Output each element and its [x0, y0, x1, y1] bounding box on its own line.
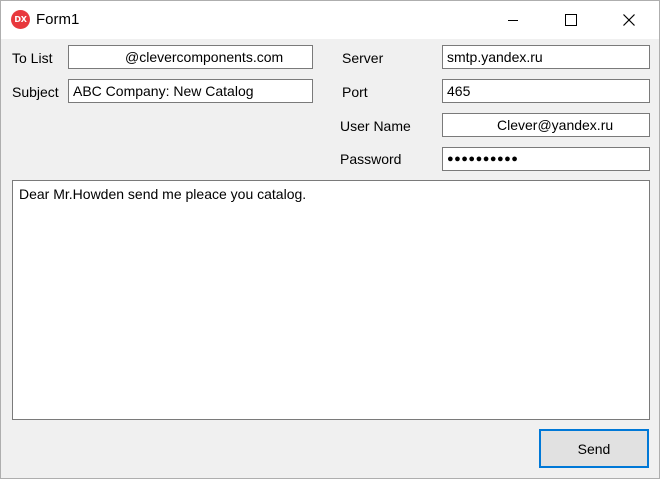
- password-field[interactable]: ●●●●●●●●●●: [442, 147, 650, 171]
- user-name-label: User Name: [340, 118, 411, 134]
- maximize-button[interactable]: [542, 1, 600, 39]
- maximize-icon: [565, 14, 577, 26]
- port-label: Port: [342, 84, 368, 100]
- app-icon: DX: [11, 10, 30, 29]
- message-body[interactable]: Dear Mr.Howden send me pleace you catalo…: [12, 180, 650, 420]
- send-button[interactable]: Send: [539, 429, 649, 468]
- server-field[interactable]: [442, 45, 650, 69]
- minimize-button[interactable]: [484, 1, 542, 39]
- title-bar[interactable]: DX Form1: [1, 1, 659, 39]
- to-list-label: To List: [12, 50, 53, 66]
- user-name-field[interactable]: [442, 113, 650, 137]
- window-title: Form1: [36, 11, 80, 28]
- minimize-icon: [508, 20, 518, 21]
- close-button[interactable]: [600, 1, 658, 39]
- server-label: Server: [342, 50, 384, 66]
- subject-label: Subject: [12, 84, 59, 100]
- port-field[interactable]: [442, 79, 650, 103]
- close-icon: [623, 14, 635, 26]
- main-window: DX Form1 To List Subject Server Port Use…: [0, 0, 660, 479]
- subject-field[interactable]: [68, 79, 313, 103]
- to-list-field[interactable]: [68, 45, 313, 69]
- password-label: Password: [340, 151, 402, 167]
